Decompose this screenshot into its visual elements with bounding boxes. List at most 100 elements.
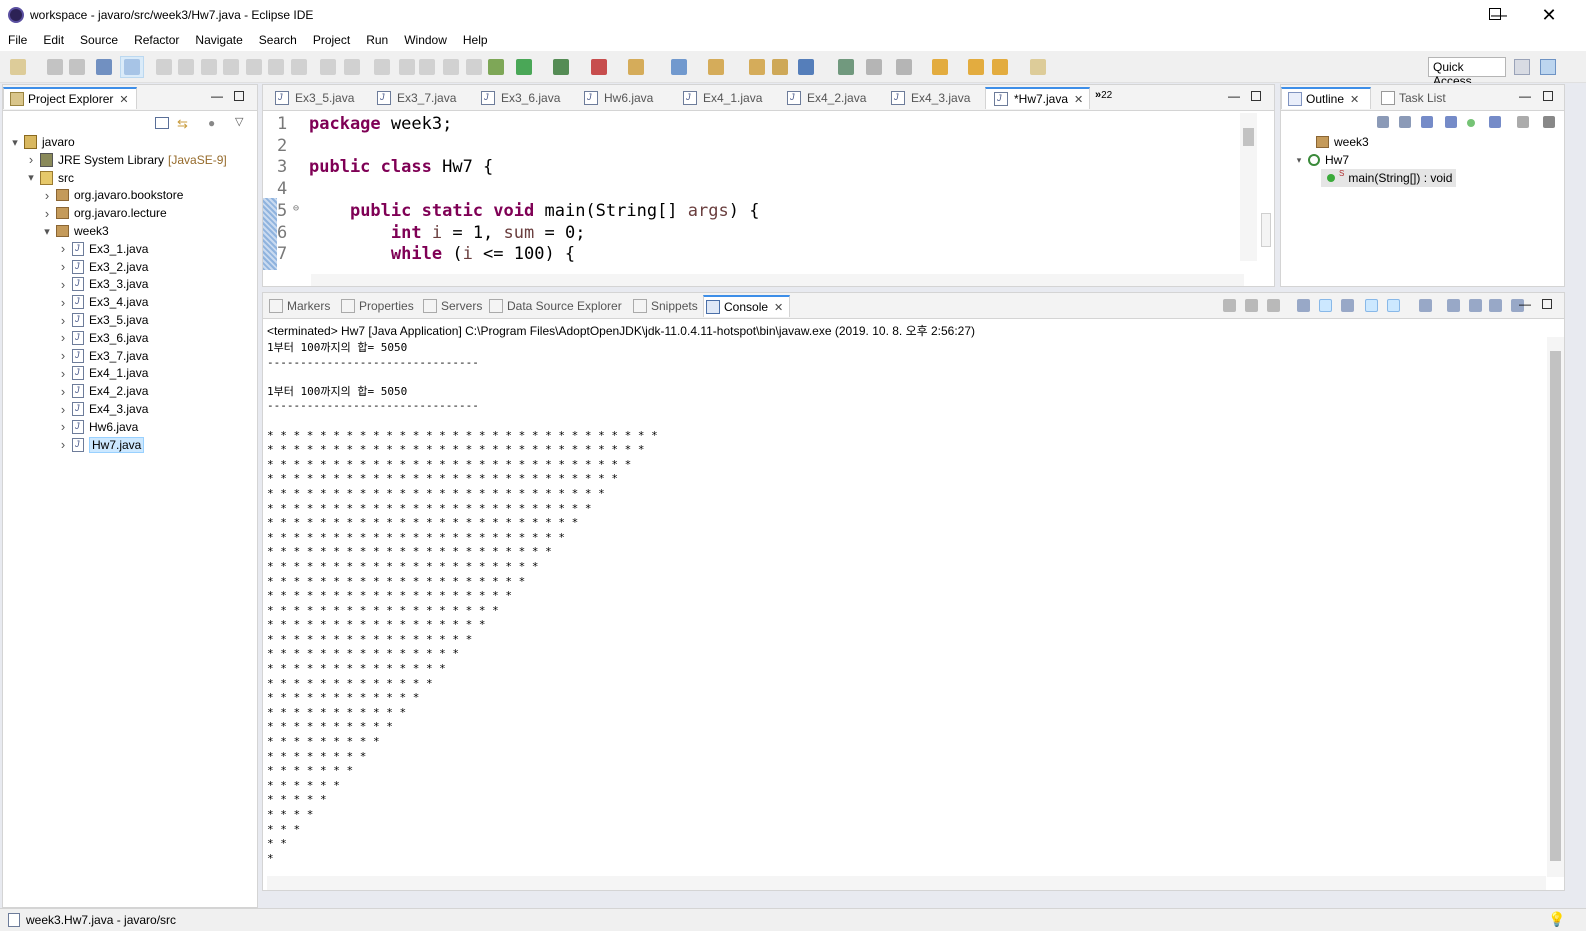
outline-toolbar-icon[interactable]: [1445, 116, 1457, 128]
scroll-thumb[interactable]: [1243, 128, 1254, 146]
tree-item-ex3-4-java[interactable]: › Ex3_4.java: [57, 293, 149, 311]
collapse-all-icon[interactable]: [155, 117, 169, 129]
java-perspective-icon[interactable]: [1540, 59, 1556, 75]
tree-item-src[interactable]: ▾ src: [25, 169, 74, 187]
chevron-down-icon[interactable]: ▾: [41, 225, 53, 238]
outline-item[interactable]: ▾ Hw7: [1293, 151, 1349, 169]
tab-ex4-3-java[interactable]: Ex4_3.java: [883, 87, 976, 109]
toolbar-action-icon[interactable]: [516, 59, 532, 75]
tree-item-ex4-2-java[interactable]: › Ex4_2.java: [57, 382, 149, 400]
quick-access-field[interactable]: Quick Access: [1428, 57, 1506, 88]
tab-console[interactable]: Console ✕: [703, 295, 791, 317]
console-toolbar-icon[interactable]: [1267, 299, 1280, 312]
toolbar-action-icon[interactable]: [992, 59, 1008, 75]
chevron-right-icon[interactable]: ›: [25, 152, 37, 167]
filters-icon[interactable]: ●: [208, 116, 215, 130]
chevron-right-icon[interactable]: ›: [57, 384, 69, 399]
toolbar-action-icon[interactable]: [443, 59, 459, 75]
tree-item-ex3-1-java[interactable]: › Ex3_1.java: [57, 240, 149, 258]
chevron-right-icon[interactable]: ›: [57, 348, 69, 363]
editor-horizontal-scrollbar[interactable]: [311, 274, 1244, 286]
fold-icon[interactable]: ⊖: [293, 203, 299, 214]
tab-servers[interactable]: Servers: [421, 295, 488, 317]
chevron-right-icon[interactable]: ›: [57, 330, 69, 345]
console-horizontal-scrollbar[interactable]: [267, 876, 1546, 890]
chevron-right-icon[interactable]: ›: [57, 313, 69, 328]
tab-ex4-1-java[interactable]: Ex4_1.java: [675, 87, 768, 109]
outline-toolbar-icon[interactable]: [1421, 116, 1433, 128]
toolbar-action-icon[interactable]: [201, 59, 217, 75]
tab-overflow-button[interactable]: »22: [1095, 89, 1112, 101]
toolbar-action-icon[interactable]: [344, 59, 360, 75]
console-toolbar-icon[interactable]: [1387, 299, 1400, 312]
outline-toolbar-icon[interactable]: [1377, 116, 1389, 128]
close-icon[interactable]: ✕: [1350, 93, 1359, 106]
tab-ex3-7-java[interactable]: Ex3_7.java: [369, 87, 462, 109]
toolbar-action-icon[interactable]: [246, 59, 262, 75]
menu-file[interactable]: File: [0, 31, 35, 51]
minimize-view-icon[interactable]: —: [1519, 297, 1531, 311]
tree-item-hw7-java[interactable]: › Hw7.java: [57, 436, 145, 454]
tree-item-hw6-java[interactable]: › Hw6.java: [57, 418, 139, 436]
close-icon[interactable]: ✕: [1074, 93, 1083, 106]
menu-edit[interactable]: Edit: [35, 31, 72, 51]
console-toolbar-icon[interactable]: [1469, 299, 1482, 312]
chevron-right-icon[interactable]: ›: [57, 259, 69, 274]
console-toolbar-icon[interactable]: [1297, 299, 1310, 312]
outline-item[interactable]: Smain(String[]) : void: [1321, 169, 1457, 187]
console-toolbar-icon[interactable]: [1341, 299, 1354, 312]
tab-ex4-2-java[interactable]: Ex4_2.java: [779, 87, 872, 109]
toolbar-action-icon[interactable]: [838, 59, 854, 75]
close-button[interactable]: ✕: [1526, 0, 1572, 31]
close-icon[interactable]: ✕: [119, 93, 128, 106]
console-toolbar-icon[interactable]: [1223, 299, 1236, 312]
toolbar-action-icon[interactable]: [419, 59, 435, 75]
outline-toolbar-icon[interactable]: [1543, 116, 1555, 128]
outline-toolbar-icon[interactable]: [1467, 119, 1475, 127]
maximize-view-icon[interactable]: [1251, 91, 1261, 101]
tab--hw7-java[interactable]: *Hw7.java ✕: [985, 87, 1091, 109]
console-toolbar-icon[interactable]: [1365, 299, 1378, 312]
minimize-view-icon[interactable]: —: [211, 89, 223, 103]
toolbar-action-icon[interactable]: [47, 59, 63, 75]
tree-item-org-javaro-bookstore[interactable]: › org.javaro.bookstore: [41, 186, 184, 204]
tree-item-ex3-7-java[interactable]: › Ex3_7.java: [57, 347, 149, 365]
maximize-view-icon[interactable]: [1543, 91, 1553, 101]
toolbar-action-icon[interactable]: [223, 59, 239, 75]
toolbar-action-icon[interactable]: [10, 59, 26, 75]
tab-data-source-explorer[interactable]: Data Source Explorer: [487, 295, 628, 317]
tree-item-ex3-2-java[interactable]: › Ex3_2.java: [57, 258, 149, 276]
menu-project[interactable]: Project: [305, 31, 358, 51]
chevron-down-icon[interactable]: ▾: [25, 171, 37, 184]
menu-search[interactable]: Search: [251, 31, 305, 51]
tab-hw6-java[interactable]: Hw6.java: [576, 87, 659, 109]
tip-bulb-icon[interactable]: 💡: [1548, 911, 1565, 928]
toolbar-action-icon[interactable]: [156, 59, 172, 75]
toolbar-action-icon[interactable]: [399, 59, 415, 75]
toolbar-action-icon[interactable]: [69, 59, 85, 75]
tab-outline[interactable]: Outline ✕: [1281, 87, 1371, 109]
chevron-right-icon[interactable]: ›: [57, 402, 69, 417]
chevron-right-icon[interactable]: ›: [41, 206, 53, 221]
tree-item-jre-system-library[interactable]: › JRE System Library [JavaSE-9]: [25, 151, 227, 169]
maximize-view-icon[interactable]: [234, 91, 244, 101]
toolbar-action-icon[interactable]: [591, 59, 607, 75]
toolbar-action-icon[interactable]: [866, 59, 882, 75]
maximize-view-icon[interactable]: [1542, 299, 1552, 309]
chevron-right-icon[interactable]: ›: [57, 366, 69, 381]
toggle-mark-occurrences-icon[interactable]: [120, 56, 144, 78]
tree-item-ex3-6-java[interactable]: › Ex3_6.java: [57, 329, 149, 347]
chevron-right-icon[interactable]: ›: [57, 241, 69, 256]
chevron-right-icon[interactable]: ›: [57, 419, 69, 434]
tab-snippets[interactable]: Snippets: [631, 295, 704, 317]
toolbar-action-icon[interactable]: [291, 59, 307, 75]
tab-ex3-5-java[interactable]: Ex3_5.java: [267, 87, 360, 109]
outline-toolbar-icon[interactable]: [1489, 116, 1501, 128]
chevron-down-icon[interactable]: ▾: [9, 136, 21, 149]
toolbar-action-icon[interactable]: [488, 59, 504, 75]
toolbar-action-icon[interactable]: [671, 59, 687, 75]
tree-item-ex4-1-java[interactable]: › Ex4_1.java: [57, 364, 149, 382]
tree-item-ex3-5-java[interactable]: › Ex3_5.java: [57, 311, 149, 329]
minimize-view-icon[interactable]: —: [1519, 89, 1531, 103]
toolbar-action-icon[interactable]: [798, 59, 814, 75]
